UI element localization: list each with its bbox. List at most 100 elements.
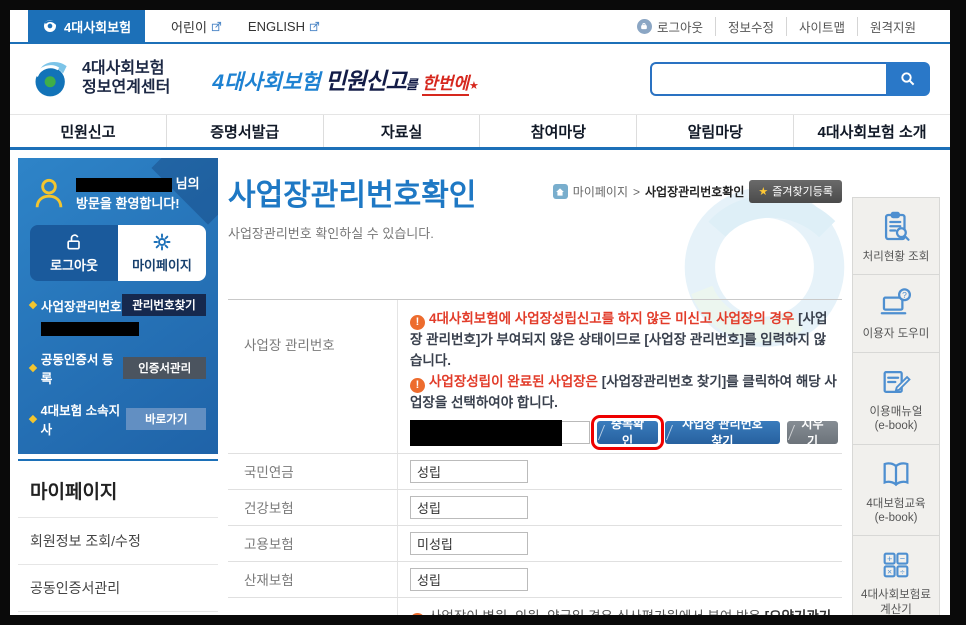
search-button[interactable] [886, 62, 930, 96]
logout-link[interactable]: 로그아웃 [625, 17, 715, 36]
breadcrumb-current: 사업장관리번호확인 [645, 185, 745, 199]
welcome-line2: 방문을 환영합니다! [76, 195, 180, 211]
top-link-kids[interactable]: 어린이 [171, 10, 222, 42]
branch-shortcut-button[interactable]: 바로가기 [126, 408, 206, 430]
slogan-part2: 민원신고 [325, 68, 407, 94]
sidebar-item-biznum-check[interactable]: 사업장관리번호확인 [18, 611, 218, 615]
home-icon[interactable] [552, 184, 568, 199]
add-favorite-label: 즐겨찾기등록 [772, 186, 833, 198]
slogan-part3: 를 [405, 77, 418, 92]
warning-icon: ! [410, 315, 425, 330]
warning-icon: ! [410, 612, 425, 615]
quickmenu-label: 이용자 도우미 [862, 328, 930, 341]
side-menu: 마이페이지 회원정보 조회/수정 공동인증서관리 사업장관리번호확인 즐겨찾기 … [18, 459, 218, 615]
welcome-message: 님의 방문을 환영합니다! [30, 174, 206, 213]
national-pension-input[interactable] [410, 459, 528, 483]
page-subtitle: 사업장관리번호 확인하실 수 있습니다. [228, 226, 434, 241]
edit-info-link[interactable]: 정보수정 [714, 16, 786, 36]
search-input[interactable] [650, 62, 886, 96]
brand-tab[interactable]: 4대사회보험 [28, 10, 146, 42]
row-health-insurance-label: 건강보험 [228, 489, 398, 525]
person-icon [35, 178, 63, 208]
nav-certificates[interactable]: 증명서발급 [165, 115, 323, 147]
remote-support-label: 원격지원 [869, 20, 916, 35]
site-logo[interactable]: 4대사회보험 정보연계센터 [30, 57, 170, 101]
sidebar-item-member-info[interactable]: 회원정보 조회/수정 [18, 517, 218, 564]
clinic-notice-pre: 사업장이 병원, 의원, 약국일 경우 심사평가원에서 부여 받은 [429, 609, 765, 615]
clinic-notice: !사업장이 병원, 의원, 약국일 경우 심사평가원에서 부여 받은 [요양기관… [410, 607, 838, 615]
clipboard-search-icon [884, 211, 910, 241]
nav-participation[interactable]: 참여마당 [479, 115, 636, 147]
slogan-part4: 한번에 [422, 74, 470, 96]
breadcrumb-parent[interactable]: 마이페이지 [573, 183, 628, 200]
external-link-icon [309, 21, 320, 31]
logo-swirl-icon [34, 61, 67, 97]
breadcrumb-separator: > [633, 184, 641, 199]
quickmenu-user-helper[interactable]: ? 이용자 도우미 [852, 274, 940, 353]
row-biznum: 사업장 관리번호 ! 4대사회보험에 사업장성립신고를 하지 않은 미신고 사업장… [228, 300, 842, 454]
sitemap-link[interactable]: 사이트맵 [785, 16, 857, 36]
employment-insurance-input[interactable] [410, 531, 528, 555]
quickmenu-sublabel: (e-book) [874, 511, 918, 524]
top-utility-bar: 4대사회보험 어린이 ENGLISH 로그아웃 정보수정 사이트맵 원격지원 [10, 10, 950, 44]
find-biznum-button[interactable]: 사업장 관리번호 찾기 [664, 417, 780, 448]
main-nav: 민원신고 증명서발급 자료실 참여마당 알림마당 4대사회보험 소개 [10, 114, 950, 150]
top-link-english[interactable]: ENGLISH [248, 10, 320, 42]
main-content: 사업장관리번호확인 사업장관리번호 확인하실 수 있습니다. 마이페이지 > 사… [228, 158, 845, 615]
info-row-branch: 4대보험 소속지사 바로가기 [28, 400, 206, 438]
sidebar-item-cert-manage[interactable]: 공동인증서관리 [18, 564, 218, 611]
info-branch-label: 4대보험 소속지사 [28, 400, 126, 438]
sidebar-mypage-button[interactable]: 마이페이지 [118, 225, 206, 281]
industrial-insurance-input[interactable] [410, 567, 528, 591]
sidebar-logout-button[interactable]: 로그아웃 [30, 225, 118, 281]
quickmenu-status-inquiry[interactable]: 처리현황 조회 [852, 197, 940, 276]
quickmenu-label: 이용매뉴얼 [869, 405, 923, 418]
nav-about[interactable]: 4대사회보험 소개 [793, 115, 950, 147]
nav-minwon[interactable]: 민원신고 [10, 115, 166, 147]
quickmenu-label: 처리현황 조회 [862, 251, 930, 263]
lock-icon [636, 18, 652, 34]
star-doodle-icon: ★ [469, 80, 479, 92]
duplicate-check-button[interactable]: 중복확인 [591, 414, 664, 450]
logo-text: 4대사회보험 정보연계센터 [82, 60, 170, 98]
gear-icon [153, 233, 171, 251]
find-mgmt-number-button[interactable]: 관리번호찾기 [122, 294, 206, 316]
sidebar-mypage-label: 마이페이지 [132, 258, 192, 273]
cert-manage-button[interactable]: 인증서관리 [123, 357, 206, 379]
remote-support-link[interactable]: 원격지원 [856, 16, 928, 36]
brand-tab-label: 4대사회보험 [64, 19, 132, 35]
unlock-icon [67, 234, 80, 250]
user-buttons: 로그아웃 마이페이지 [30, 225, 206, 281]
clear-button[interactable]: 지우기 [786, 417, 838, 448]
quickmenu-user-manual[interactable]: 이용매뉴얼 (e-book) [852, 351, 940, 445]
logo-line1: 4대사회보험 [82, 60, 165, 78]
site-search [650, 62, 930, 96]
content-area: 님의 방문을 환영합니다! 로그아웃 마이페이지 사업장관리번호 관리번호찾기 … [10, 150, 950, 615]
welcome-text: 님의 방문을 환영합니다! [76, 174, 200, 213]
quickmenu-insurance-education[interactable]: 4대보험교육 (e-book) [852, 443, 940, 537]
welcome-suffix: 님의 [175, 176, 200, 191]
row-employment-insurance: 고용보험 [228, 525, 842, 562]
row-health-insurance: 건강보험 [228, 489, 842, 526]
row-industrial-insurance-label: 산재보험 [228, 561, 398, 597]
quickmenu-insurance-calculator[interactable]: + − × ÷ 4대사회보험료 계산기 [852, 535, 940, 615]
notice2-red: 사업장성립이 완료된 사업장은 [429, 373, 602, 389]
left-sidebar: 님의 방문을 환영합니다! 로그아웃 마이페이지 사업장관리번호 관리번호찾기 … [18, 158, 218, 612]
bullet-icon [28, 414, 37, 424]
add-favorite-button[interactable]: ★ 즐겨찾기등록 [749, 180, 842, 203]
star-icon: ★ [758, 185, 769, 198]
redacted-biznum-input [410, 419, 562, 446]
top-link-english-label: ENGLISH [247, 18, 305, 34]
info-row-cert: 공동인증서 등록 인증서관리 [28, 349, 206, 387]
info-biznum-label: 사업장관리번호 [28, 296, 122, 315]
search-icon [901, 72, 915, 86]
nav-notices[interactable]: 알림마당 [636, 115, 793, 147]
info-biznum-text: 사업장관리번호 [41, 299, 122, 314]
health-insurance-input[interactable] [410, 495, 528, 519]
row-national-pension: 국민연금 [228, 453, 842, 490]
nav-resources[interactable]: 자료실 [322, 115, 480, 147]
logo-line2: 정보연계센터 [82, 79, 171, 96]
biznum-input[interactable] [410, 419, 591, 446]
site-header: 4대사회보험 정보연계센터 4대사회보험 민원신고를 한번에★ [10, 44, 950, 114]
sidebar-logout-label: 로그아웃 [50, 258, 98, 273]
